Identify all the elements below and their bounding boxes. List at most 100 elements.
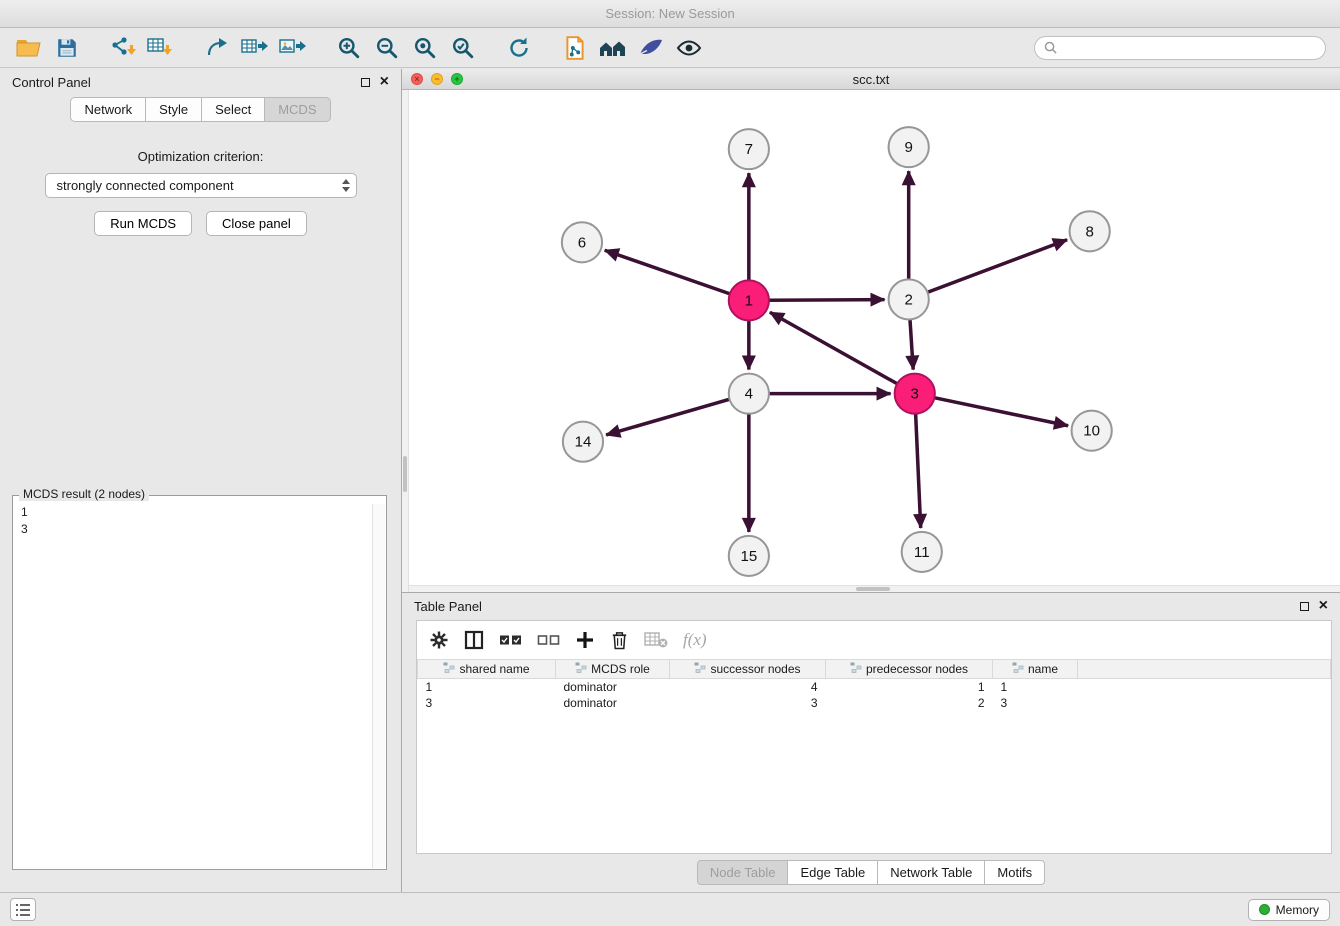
refresh-button[interactable] [500,32,538,64]
cell-successor-nodes[interactable]: 4 [670,679,826,696]
show-columns-button[interactable] [464,630,484,650]
delete-table-button[interactable] [644,631,668,649]
column-header-shared-name[interactable]: shared name [418,660,556,679]
graph-edge-1-2[interactable] [767,300,885,301]
canvas-vertical-scrollbar[interactable] [402,90,409,592]
graph-node-4[interactable]: 4 [729,374,769,414]
import-table-button[interactable] [142,32,180,64]
horizontal-scroll-handle[interactable] [856,587,890,591]
delete-column-button[interactable] [610,629,629,651]
close-window-button[interactable]: × [411,73,423,85]
network-graph: 7 9 6 8 1 2 4 3 14 10 15 11 [402,90,1340,592]
network-canvas[interactable]: 7 9 6 8 1 2 4 3 14 10 15 11 [402,90,1340,592]
search-input[interactable] [1063,41,1316,55]
tab-network-table[interactable]: Network Table [877,860,985,885]
dropdown-stepper-icon [342,179,350,192]
tab-node-table[interactable]: Node Table [697,860,789,885]
graph-node-3[interactable]: 3 [895,374,935,414]
zoom-window-button[interactable]: + [451,73,463,85]
create-column-button[interactable] [575,630,595,650]
graph-node-2[interactable]: 2 [889,279,929,319]
save-session-button[interactable] [48,32,86,64]
minimize-window-button[interactable]: − [431,73,443,85]
copy-style-button[interactable] [556,32,594,64]
zoom-selected-button[interactable] [444,32,482,64]
cell-predecessor-nodes[interactable]: 1 [826,679,993,696]
tab-edge-table[interactable]: Edge Table [787,860,878,885]
delete-table-icon [644,631,668,649]
cell-shared-name[interactable]: 3 [418,695,556,711]
tab-mcds[interactable]: MCDS [264,97,330,122]
graph-node-14[interactable]: 14 [563,422,603,462]
select-all-rows-button[interactable] [499,632,522,648]
zoom-out-button[interactable] [368,32,406,64]
ui-settings-button[interactable] [10,898,36,921]
right-column: × − + scc.txt 7968124314101511 Table Pan… [402,69,1340,892]
graph-edge-3-10[interactable] [932,397,1068,425]
graph-edge-4-14[interactable] [606,399,731,435]
graph-edge-2-8[interactable] [926,240,1067,293]
cell-successor-nodes[interactable]: 3 [670,695,826,711]
export-table-button[interactable] [236,32,274,64]
graph-node-1[interactable]: 1 [729,280,769,320]
network-view-window: × − + scc.txt 7 9 6 8 1 2 4 3 14 10 15 11 [402,69,1340,593]
graph-node-8[interactable]: 8 [1070,211,1110,251]
export-network-button[interactable] [198,32,236,64]
export-image-button[interactable] [274,32,312,64]
graph-node-6[interactable]: 6 [562,222,602,262]
graph-node-9[interactable]: 9 [889,127,929,167]
float-panel-icon[interactable] [361,78,370,87]
network-window-titlebar[interactable]: × − + scc.txt [402,69,1340,90]
vertical-scroll-handle[interactable] [403,456,407,492]
apply-style-button[interactable] [632,32,670,64]
function-builder-button[interactable]: f(x) [683,630,707,650]
graph-edge-3-11[interactable] [916,412,921,528]
mcds-result-box: MCDS result (2 nodes) 1 3 [12,495,387,870]
column-header-successor-nodes[interactable]: successor nodes [670,660,826,679]
tab-style[interactable]: Style [145,97,202,122]
columns-icon [464,630,484,650]
table-settings-button[interactable] [429,630,449,650]
column-header-name[interactable]: name [993,660,1078,679]
show-hide-graphics-button[interactable] [670,32,708,64]
column-header-predecessor-nodes[interactable]: predecessor nodes [826,660,993,679]
graph-node-11[interactable]: 11 [902,532,942,572]
cell-mcds-role[interactable]: dominator [556,679,670,696]
optimization-label: Optimization criterion: [0,149,401,164]
tab-motifs[interactable]: Motifs [984,860,1045,885]
open-session-button[interactable] [10,32,48,64]
cell-predecessor-nodes[interactable]: 2 [826,695,993,711]
table-panel: Table Panel × [402,593,1340,892]
canvas-horizontal-scrollbar[interactable] [409,585,1340,592]
table-row[interactable]: 3dominator323 [418,695,1331,711]
tab-network[interactable]: Network [70,97,146,122]
tab-select[interactable]: Select [201,97,265,122]
cell-mcds-role[interactable]: dominator [556,695,670,711]
close-panel-icon[interactable]: × [380,76,389,88]
table-row[interactable]: 1dominator411 [418,679,1331,696]
graph-edge-3-1[interactable] [770,312,899,385]
cell-name[interactable]: 3 [993,695,1078,711]
optimization-dropdown[interactable]: strongly connected component [45,173,357,198]
graph-node-7[interactable]: 7 [729,129,769,169]
deselect-all-rows-button[interactable] [537,632,560,648]
close-panel-button[interactable]: Close panel [206,211,307,236]
zoom-in-button[interactable] [330,32,368,64]
graph-node-10[interactable]: 10 [1072,411,1112,451]
table-panel-tabs: Node TableEdge TableNetwork TableMotifs [402,858,1340,886]
graph-node-15[interactable]: 15 [729,536,769,576]
reset-layout-button[interactable] [594,32,632,64]
graph-edge-1-6[interactable] [605,250,732,294]
cell-name[interactable]: 1 [993,679,1078,696]
apply-style-icon [638,37,664,59]
graph-edge-2-3[interactable] [910,317,913,369]
close-table-panel-icon[interactable]: × [1319,600,1328,612]
zoom-fit-button[interactable] [406,32,444,64]
float-table-panel-icon[interactable] [1300,602,1309,611]
column-header-mcds-role[interactable]: MCDS role [556,660,670,679]
cell-shared-name[interactable]: 1 [418,679,556,696]
memory-button[interactable]: Memory [1248,899,1330,921]
run-mcds-button[interactable]: Run MCDS [94,211,192,236]
import-network-button[interactable] [104,32,142,64]
result-scrollbar[interactable] [372,504,385,868]
